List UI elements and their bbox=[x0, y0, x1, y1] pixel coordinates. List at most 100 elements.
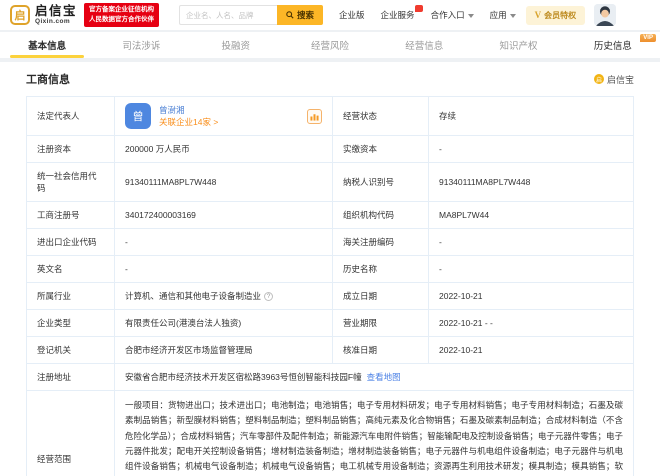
header-nav: 企业版 企业服务 合作入口 应用 bbox=[339, 5, 516, 21]
field-value: - bbox=[114, 255, 333, 283]
view-map-link[interactable]: 查看地图 bbox=[367, 372, 401, 382]
gov-badge-line1: 官方备案企业征信机构 bbox=[89, 5, 155, 13]
table-row: 登记机关 合肥市经济开发区市场监督管理局 核准日期 2022-10-21 bbox=[26, 336, 634, 364]
gov-certification-badge: 官方备案企业征信机构 人民数据官方合作伙伴 bbox=[84, 2, 160, 28]
field-value: 合肥市经济开发区市场监督管理局 bbox=[114, 336, 333, 364]
legal-rep-avatar[interactable]: 曾 bbox=[125, 103, 151, 129]
field-value: 计算机、通信和其他电子设备制造业 bbox=[125, 291, 262, 301]
field-label: 企业类型 bbox=[26, 309, 115, 337]
tab-label: 历史信息 bbox=[593, 41, 632, 52]
top-bar: 启 启信宝 Qixin.com 官方备案企业征信机构 人民数据官方合作伙伴 搜索… bbox=[0, 0, 660, 30]
tab-investment-financing[interactable]: 投融资 bbox=[189, 32, 283, 58]
search-button[interactable]: 搜索 bbox=[277, 5, 324, 25]
nav-services-label: 企业服务 bbox=[380, 10, 415, 20]
qixinbao-mini-logo-icon: 启 bbox=[593, 74, 604, 84]
field-value: 91340111MA8PL7W448 bbox=[428, 162, 634, 202]
section-title: 工商信息 bbox=[26, 74, 70, 86]
nav-enterprise-edition[interactable]: 企业版 bbox=[339, 9, 365, 21]
tab-label: 投融资 bbox=[221, 41, 250, 52]
search-button-label: 搜索 bbox=[297, 10, 315, 20]
field-value: 91340111MA8PL7W448 bbox=[114, 162, 333, 202]
business-info-table: 法定代表人 曾 曾澍湘 关联企业14家 > 经营状态 存续 注册资本 20000… bbox=[26, 96, 634, 476]
vip-privilege-label: 会员特权 bbox=[544, 10, 577, 20]
equity-chart-button[interactable] bbox=[307, 108, 322, 124]
table-row: 注册地址 安徽省合肥市经济技术开发区宿松路3963号恒创智能科技园F幢 查看地图 bbox=[26, 363, 634, 391]
field-label: 工商注册号 bbox=[26, 201, 115, 229]
search-input[interactable] bbox=[179, 5, 278, 25]
nav-apps[interactable]: 应用 bbox=[490, 9, 516, 21]
field-label: 营业期限 bbox=[332, 309, 429, 337]
field-label: 法定代表人 bbox=[26, 96, 115, 136]
field-value: - bbox=[428, 255, 634, 283]
field-value: - bbox=[428, 228, 634, 256]
field-label: 历史名称 bbox=[332, 255, 429, 283]
vip-privilege-button[interactable]: V 会员特权 bbox=[525, 5, 586, 25]
table-row: 英文名 - 历史名称 - bbox=[26, 255, 634, 283]
field-label: 海关注册编码 bbox=[332, 228, 429, 256]
brand-name: 启信宝 bbox=[35, 3, 78, 18]
tab-label: 基本信息 bbox=[28, 41, 67, 52]
table-row: 注册资本 200000 万人民币 实缴资本 - bbox=[26, 135, 634, 163]
header-search: 搜索 bbox=[179, 5, 324, 25]
field-label: 统一社会信用代码 bbox=[26, 162, 115, 202]
table-row: 经营范围 一般项目：货物进出口；技术进出口；电池制造；电池销售；电子专用材料研发… bbox=[26, 389, 634, 476]
field-label: 进出口企业代码 bbox=[26, 228, 115, 256]
tab-basic-info[interactable]: 基本信息 bbox=[0, 32, 94, 58]
nav-apps-label: 应用 bbox=[489, 10, 507, 20]
field-label: 英文名 bbox=[26, 255, 115, 283]
tab-operating-info[interactable]: 经营信息 bbox=[377, 32, 471, 58]
chevron-down-icon bbox=[509, 13, 516, 18]
nav-partner-label: 合作入口 bbox=[430, 10, 465, 20]
tab-label: 知识产权 bbox=[499, 41, 538, 52]
field-value: 有限责任公司(港澳台法人独资) bbox=[114, 309, 333, 337]
chevron-down-icon bbox=[467, 13, 474, 18]
field-value: - bbox=[114, 228, 333, 256]
qixinbao-watermark: 启 启信宝 bbox=[593, 73, 634, 86]
legal-rep-name-link[interactable]: 曾澍湘 bbox=[159, 105, 307, 115]
field-label: 实缴资本 bbox=[332, 135, 429, 163]
tab-label: 司法涉诉 bbox=[122, 41, 161, 52]
field-label: 核准日期 bbox=[332, 336, 429, 364]
qixinbao-logo[interactable]: 启 启信宝 Qixin.com bbox=[10, 3, 78, 26]
nav-enterprise-services[interactable]: 企业服务 bbox=[380, 5, 423, 21]
table-row: 法定代表人 曾 曾澍湘 关联企业14家 > 经营状态 存续 bbox=[26, 96, 634, 136]
field-label: 登记机关 bbox=[26, 336, 115, 364]
detail-tab-bar: 基本信息 司法涉诉 投融资 经营风险 经营信息 知识产权 历史信息 VIP bbox=[0, 32, 660, 58]
nav-partner-entry[interactable]: 合作入口 bbox=[431, 9, 474, 21]
field-value: 200000 万人民币 bbox=[114, 135, 333, 163]
tab-operating-risk[interactable]: 经营风险 bbox=[283, 32, 377, 58]
user-avatar[interactable] bbox=[594, 4, 617, 26]
bar-chart-icon bbox=[310, 113, 319, 121]
nav-enterprise-label: 企业版 bbox=[339, 10, 365, 20]
watermark-label: 启信宝 bbox=[606, 74, 634, 85]
tab-label: 经营信息 bbox=[405, 41, 444, 52]
vip-v-icon: V bbox=[534, 10, 542, 20]
field-value: 2022-10-21 bbox=[428, 336, 634, 364]
table-row: 进出口企业代码 - 海关注册编码 - bbox=[26, 228, 634, 256]
registered-address: 安徽省合肥市经济技术开发区宿松路3963号恒创智能科技园F幢 bbox=[125, 372, 362, 382]
field-value: 存续 bbox=[428, 96, 634, 136]
field-value: 2022-10-21 - - bbox=[428, 309, 634, 337]
table-row: 工商注册号 340172400003169 组织机构代码 MA8PL7W44 bbox=[26, 201, 634, 229]
field-value: MA8PL7W44 bbox=[428, 201, 634, 229]
tab-judicial-litigation[interactable]: 司法涉诉 bbox=[94, 32, 188, 58]
business-scope-text: 一般项目：货物进出口；技术进出口；电池制造；电池销售；电子专用材料研发；电子专用… bbox=[114, 389, 634, 476]
field-label: 注册资本 bbox=[26, 135, 115, 163]
related-companies-link[interactable]: 关联企业14家 > bbox=[159, 118, 307, 127]
avatar-illustration-icon bbox=[594, 4, 617, 26]
field-value: - bbox=[428, 135, 634, 163]
table-row: 所属行业 计算机、通信和其他电子设备制造业? 成立日期 2022-10-21 bbox=[26, 282, 634, 310]
vip-badge: VIP bbox=[640, 34, 656, 42]
field-label: 注册地址 bbox=[26, 363, 115, 391]
field-label: 所属行业 bbox=[26, 282, 115, 310]
help-icon[interactable]: ? bbox=[264, 292, 274, 301]
business-info-card: 工商信息 启 启信宝 法定代表人 曾 曾澍湘 关联企业14家 > 经营状态 存续… bbox=[0, 62, 660, 476]
field-label: 经营范围 bbox=[26, 389, 115, 476]
qixinbao-logo-icon: 启 bbox=[10, 5, 30, 25]
field-label: 成立日期 bbox=[332, 282, 429, 310]
tab-history-info[interactable]: 历史信息 VIP bbox=[566, 32, 660, 58]
brand-domain: Qixin.com bbox=[35, 18, 71, 25]
promo-badge-icon bbox=[414, 5, 423, 12]
tab-intellectual-property[interactable]: 知识产权 bbox=[471, 32, 565, 58]
field-value: 2022-10-21 bbox=[428, 282, 634, 310]
